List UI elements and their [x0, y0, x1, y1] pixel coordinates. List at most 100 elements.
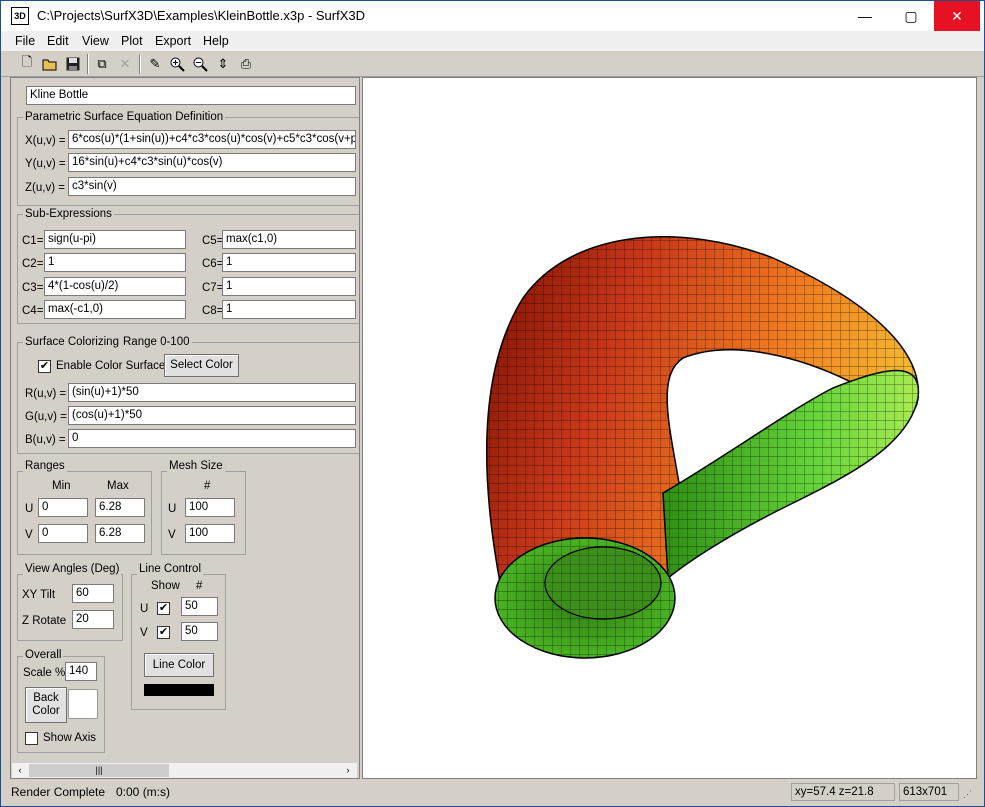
subexpressions-group-title: Sub-Expressions: [23, 208, 114, 220]
menu-file[interactable]: File: [15, 34, 35, 48]
scroll-right-icon[interactable]: ›: [342, 764, 354, 777]
scale-input[interactable]: 140: [65, 662, 97, 681]
v-max-input[interactable]: 6.28: [95, 524, 145, 543]
line-u-checkbox[interactable]: ✔: [157, 602, 170, 615]
g-equation-input[interactable]: (cos(u)+1)*50: [68, 406, 356, 425]
xy-tilt-label: XY Tilt: [22, 589, 56, 601]
x-equation-label: X(u,v) =: [25, 135, 66, 147]
line-color-button[interactable]: Line Color: [144, 653, 214, 677]
enable-color-label: Enable Color Surface: [56, 360, 166, 372]
menu-edit[interactable]: Edit: [47, 34, 69, 48]
title-bar[interactable]: 3D C:\Projects\SurfX3D\Examples\KleinBot…: [1, 1, 984, 31]
minimize-button[interactable]: —: [842, 1, 888, 31]
y-equation-input[interactable]: 16*sin(u)+c4*c3*sin(u)*cos(v): [68, 153, 356, 172]
b-equation-input[interactable]: 0: [68, 429, 356, 448]
pencil-icon[interactable]: ✎: [145, 54, 165, 74]
menu-plot[interactable]: Plot: [121, 34, 143, 48]
xy-tilt-input[interactable]: 60: [72, 584, 114, 603]
view-angles-group-title: View Angles (Deg): [23, 563, 122, 575]
menu-help[interactable]: Help: [203, 34, 229, 48]
maximize-icon: ▢: [904, 7, 918, 24]
zoom-in-icon[interactable]: [167, 54, 187, 74]
mesh-count-header: #: [204, 480, 211, 492]
c1-input[interactable]: sign(u-pi): [44, 230, 186, 249]
min-header: Min: [52, 480, 71, 492]
c1-label: C1=: [22, 235, 44, 247]
c5-label: C5=: [202, 235, 224, 247]
mesh-size-group-title: Mesh Size: [167, 460, 225, 472]
b-equation-label: B(u,v) =: [25, 434, 66, 446]
c7-label: C7=: [202, 282, 224, 294]
menu-bar: File Edit View Plot Export Help: [1, 31, 984, 51]
u-max-input[interactable]: 6.28: [95, 498, 145, 517]
canvas-size-readout: 613x701: [899, 783, 959, 801]
u-range-label: U: [25, 503, 34, 515]
line-u-input[interactable]: 50: [181, 597, 218, 616]
line-show-header: Show: [151, 580, 180, 592]
overall-group-title: Overall: [23, 649, 64, 661]
c5-input[interactable]: max(c1,0): [222, 230, 356, 249]
line-v-input[interactable]: 50: [181, 622, 218, 641]
enable-color-checkbox[interactable]: ✔: [38, 360, 51, 373]
c6-input[interactable]: 1: [222, 253, 356, 272]
c8-label: C8=: [202, 305, 224, 317]
close-button[interactable]: ✕: [934, 1, 980, 31]
app-icon: 3D: [11, 7, 29, 25]
scroll-left-icon[interactable]: ‹: [14, 764, 26, 777]
back-color-button[interactable]: Back Color: [25, 687, 67, 723]
z-equation-input[interactable]: c3*sin(v): [68, 177, 356, 196]
c2-label: C2=: [22, 258, 44, 270]
c3-input[interactable]: 4*(1-cos(u)/2): [44, 277, 186, 296]
surface-name-input[interactable]: Kline Bottle: [26, 86, 356, 105]
ranges-group-title: Ranges: [23, 460, 67, 472]
line-v-checkbox[interactable]: ✔: [157, 626, 170, 639]
g-equation-label: G(u,v) =: [25, 411, 67, 423]
control-panel: Kline Bottle Parametric Surface Equation…: [10, 77, 360, 779]
zoom-out-icon[interactable]: [190, 54, 210, 74]
z-equation-label: Z(u,v) =: [25, 182, 65, 194]
toolbar-separator: [139, 54, 141, 74]
c3-label: C3=: [22, 282, 44, 294]
r-equation-input[interactable]: (sin(u)+1)*50: [68, 383, 356, 402]
z-rotate-label: Z Rotate: [22, 615, 67, 627]
new-file-icon[interactable]: 🗋: [17, 54, 37, 74]
open-folder-icon[interactable]: [40, 54, 60, 74]
c7-input[interactable]: 1: [222, 277, 356, 296]
c8-input[interactable]: 1: [222, 300, 356, 319]
equation-group-title: Parametric Surface Equation Definition: [23, 111, 226, 123]
delete-icon[interactable]: ✕: [115, 54, 135, 74]
surface-mouth-inner-mesh: [545, 547, 661, 619]
line-u-label: U: [140, 603, 149, 615]
select-color-button[interactable]: Select Color: [164, 354, 239, 377]
surface-tube-mesh: [663, 370, 919, 578]
status-bar: Render Complete 0:00 (m:s) xy=57.4 z=21.…: [1, 781, 984, 806]
maximize-button[interactable]: ▢: [888, 1, 934, 31]
scale-label: Scale %: [23, 667, 66, 679]
copy-icon[interactable]: ⧉: [92, 54, 112, 74]
menu-export[interactable]: Export: [155, 34, 191, 48]
c2-input[interactable]: 1: [44, 253, 186, 272]
c4-input[interactable]: max(-c1,0): [44, 300, 186, 319]
scroll-thumb[interactable]: |||: [29, 764, 169, 777]
print-icon[interactable]: ⎙: [236, 54, 256, 74]
horizontal-scrollbar[interactable]: ‹ ||| ›: [12, 762, 357, 778]
klein-bottle-render: [485, 236, 920, 659]
u-min-input[interactable]: 0: [38, 498, 88, 517]
c6-label: C6=: [202, 258, 224, 270]
mesh-u-input[interactable]: 100: [185, 498, 235, 517]
back-color-swatch: [68, 689, 98, 719]
save-icon[interactable]: [63, 54, 83, 74]
line-v-label: V: [140, 627, 148, 639]
show-axis-checkbox[interactable]: [25, 732, 38, 745]
z-rotate-input[interactable]: 20: [72, 610, 114, 629]
mesh-v-input[interactable]: 100: [185, 524, 235, 543]
v-min-input[interactable]: 0: [38, 524, 88, 543]
fit-icon[interactable]: ⇕: [213, 54, 233, 74]
line-count-header: #: [196, 580, 203, 592]
mesh-v-label: V: [168, 529, 176, 541]
resize-grip-icon[interactable]: ⋰: [963, 789, 972, 800]
x-equation-input[interactable]: 6*cos(u)*(1+sin(u))+c4*c3*cos(u)*cos(v)+…: [68, 130, 356, 149]
render-canvas[interactable]: [362, 77, 977, 779]
menu-view[interactable]: View: [82, 34, 109, 48]
max-header: Max: [107, 480, 129, 492]
